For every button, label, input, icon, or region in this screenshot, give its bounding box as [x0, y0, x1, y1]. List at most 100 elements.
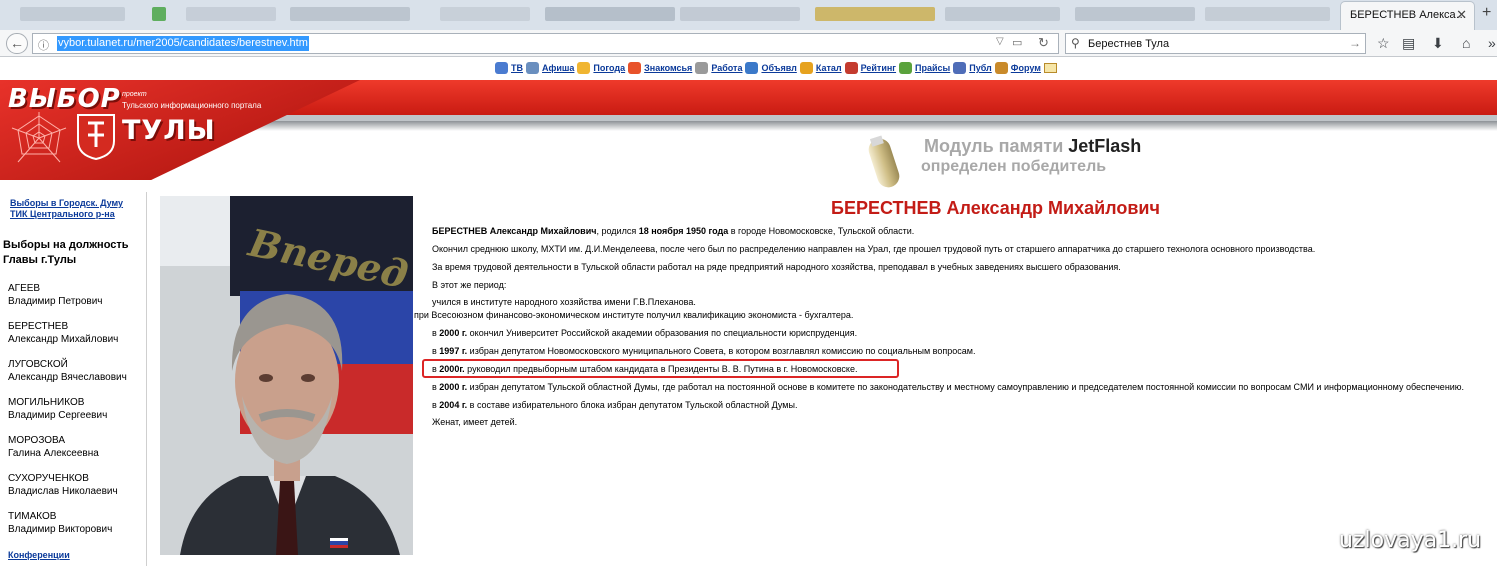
menu-item-label: ТВ — [511, 63, 523, 73]
site-name-tuly[interactable]: ТУЛЫ — [122, 115, 216, 146]
bio-paragraph: За время трудовой деятельности в Тульско… — [432, 262, 1121, 272]
menu-item[interactable]: Работа — [695, 62, 742, 74]
menu-item[interactable]: Знакомсья — [628, 62, 692, 74]
blurred-tab[interactable] — [20, 7, 125, 21]
menu-item[interactable]: Публ — [953, 62, 992, 74]
tab-strip: БЕРЕСТНЕВ Алекса… ✕ + — [0, 0, 1497, 30]
sidebar-link-duma-elections[interactable]: Выборы в Городск. Думу — [10, 198, 123, 208]
bookmark-star-icon[interactable]: ☆ — [1377, 35, 1390, 52]
menu-item-icon — [844, 62, 858, 74]
reader-view-icon[interactable]: ▭ — [1012, 36, 1022, 49]
navigation-bar: ← ⓘ vybor.tulanet.ru/mer2005/candidates/… — [0, 30, 1497, 57]
reload-icon[interactable]: ↻ — [1038, 35, 1049, 51]
candidate-name: Галина Алексеевна — [8, 448, 99, 459]
menu-item-icon — [953, 62, 967, 74]
bio-paragraph: Окончил среднюю школу, МХТИ им. Д.И.Менд… — [432, 244, 1316, 254]
menu-item[interactable]: ТВ — [495, 62, 523, 74]
menu-item-label: Публ — [969, 63, 992, 73]
mail-icon[interactable] — [1043, 63, 1057, 73]
dropdown-icon[interactable]: ▽ — [996, 36, 1004, 47]
menu-item-label: Рейтинг — [860, 63, 897, 73]
sidebar-link-tik[interactable]: ТИК Центрального р-на — [10, 209, 115, 219]
page-title: БЕРЕСТНЕВ Александр Михайлович — [831, 198, 1160, 218]
jetflash-advert[interactable]: Модуль памяти JetFlash определен победит… — [855, 132, 1155, 192]
candidate-item[interactable]: МОРОЗОВА Галина Алексеевна — [8, 434, 99, 460]
candidate-item[interactable]: ЛУГОВСКОЙ Александр Вячеславович — [8, 358, 127, 384]
bio-paragraph: при Всесоюзном финансово-экономическом и… — [414, 310, 854, 320]
candidate-item[interactable]: ТИМАКОВ Владимир Викторович — [8, 510, 112, 536]
menu-item[interactable]: Катал — [799, 62, 842, 74]
menu-item-label: Знакомсья — [644, 63, 693, 73]
menu-item[interactable]: Погода — [577, 62, 625, 74]
menu-item[interactable]: Форум — [994, 62, 1041, 74]
url-text[interactable]: vybor.tulanet.ru/mer2005/candidates/bere… — [57, 36, 309, 51]
menu-item-label: Катал — [815, 63, 842, 73]
spider-web-logo-icon — [11, 112, 67, 163]
candidate-photo: Вперед — [160, 196, 413, 555]
candidate-surname: СУХОРУЧЕНКОВ — [8, 473, 89, 484]
menu-item[interactable]: Рейтинг — [844, 62, 897, 74]
menu-item[interactable]: Прайсы — [899, 62, 950, 74]
home-icon[interactable]: ⌂ — [1462, 35, 1470, 51]
bio-paragraph: БЕРЕСТНЕВ Александр Михайлович, родился … — [432, 226, 915, 236]
blurred-tab[interactable] — [1075, 7, 1195, 21]
blurred-tab[interactable] — [815, 7, 935, 21]
project-description: Тульского информационного портала — [122, 101, 262, 110]
candidate-name: Александр Михайлович — [8, 334, 119, 345]
close-tab-icon[interactable]: ✕ — [1456, 7, 1467, 23]
menu-item-icon — [695, 62, 709, 74]
blurred-tab[interactable] — [1205, 7, 1330, 21]
sidebar-link-conferences[interactable]: Конференции — [8, 550, 70, 560]
active-tab[interactable]: БЕРЕСТНЕВ Алекса… ✕ — [1340, 1, 1475, 30]
blurred-tab[interactable] — [290, 7, 410, 21]
bio-item: в 2000 г. избран депутатом Тульской обла… — [432, 382, 1465, 392]
bio-item: в 2000 г. окончил Университет Российской… — [432, 328, 858, 338]
candidate-item[interactable]: МОГИЛЬНИКОВ Владимир Сергеевич — [8, 396, 107, 422]
blurred-tab[interactable] — [186, 7, 276, 21]
info-icon[interactable]: ⓘ — [38, 37, 49, 53]
site-name-vybor[interactable]: ВЫБОР — [8, 84, 121, 114]
bio-item: в 2004 г. в составе избирательного блока… — [432, 400, 798, 410]
candidate-item[interactable]: БЕРЕСТНЕВ Александр Михайлович — [8, 320, 118, 346]
tula-coat-of-arms-icon — [77, 114, 115, 161]
candidate-surname: МОРОЗОВА — [8, 435, 66, 446]
usb-flash-drive-icon — [868, 135, 900, 188]
bio-paragraph: В этот же период: — [432, 280, 507, 290]
address-bar[interactable]: ⓘ vybor.tulanet.ru/mer2005/candidates/be… — [32, 33, 1059, 54]
download-icon[interactable]: ⬇ — [1432, 35, 1444, 52]
bio-paragraph: учился в институте народного хозяйства и… — [432, 297, 696, 307]
more-icon[interactable]: » — [1488, 35, 1496, 51]
menu-item[interactable]: Афиша — [526, 62, 574, 74]
search-go-icon[interactable]: → — [1349, 36, 1361, 50]
blurred-tab[interactable] — [440, 7, 530, 21]
candidate-item[interactable]: СУХОРУЧЕНКОВ Владислав Николаевич — [8, 472, 118, 498]
search-bar[interactable]: ⚲ Берестнев Тула → — [1065, 33, 1366, 54]
tab-title: БЕРЕСТНЕВ Алекса… — [1350, 9, 1467, 21]
blurred-tab[interactable] — [945, 7, 1060, 21]
bio-paragraph: Женат, имеет детей. — [432, 417, 518, 427]
new-tab-icon[interactable]: + — [1482, 4, 1491, 22]
menu-item-icon — [745, 62, 759, 74]
candidate-name: Владислав Николаевич — [8, 486, 118, 497]
menu-item[interactable]: Объявл — [745, 62, 797, 74]
search-query[interactable]: Берестнев Тула — [1088, 38, 1169, 50]
blurred-tab-icon[interactable] — [152, 7, 166, 21]
menu-item-label: Погода — [593, 63, 626, 73]
candidate-name: Владимир Сергеевич — [8, 410, 108, 421]
back-button[interactable]: ← — [6, 33, 28, 54]
blurred-tab[interactable] — [545, 7, 675, 21]
menu-item-icon — [628, 62, 642, 74]
menu-item-icon — [899, 62, 913, 74]
candidate-item[interactable]: АГЕЕВ Владимир Петрович — [8, 282, 103, 308]
candidate-name: Владимир Петрович — [8, 296, 103, 307]
search-icon: ⚲ — [1071, 36, 1080, 50]
top-menu: ТВ Афиша Погода Знакомсья Работа Объявл Катал Р… — [495, 62, 1057, 78]
sidebar: Выборы в Городск. Думу ТИК Центрального … — [0, 192, 146, 566]
blurred-tab[interactable] — [680, 7, 800, 21]
menu-item-icon — [799, 62, 813, 74]
menu-item-icon — [577, 62, 591, 74]
library-icon[interactable]: ▤ — [1402, 35, 1415, 52]
menu-item-label: Форум — [1010, 63, 1041, 73]
menu-item-label: Работа — [711, 63, 743, 73]
ad-headline: Модуль памяти JetFlash — [924, 136, 1142, 156]
